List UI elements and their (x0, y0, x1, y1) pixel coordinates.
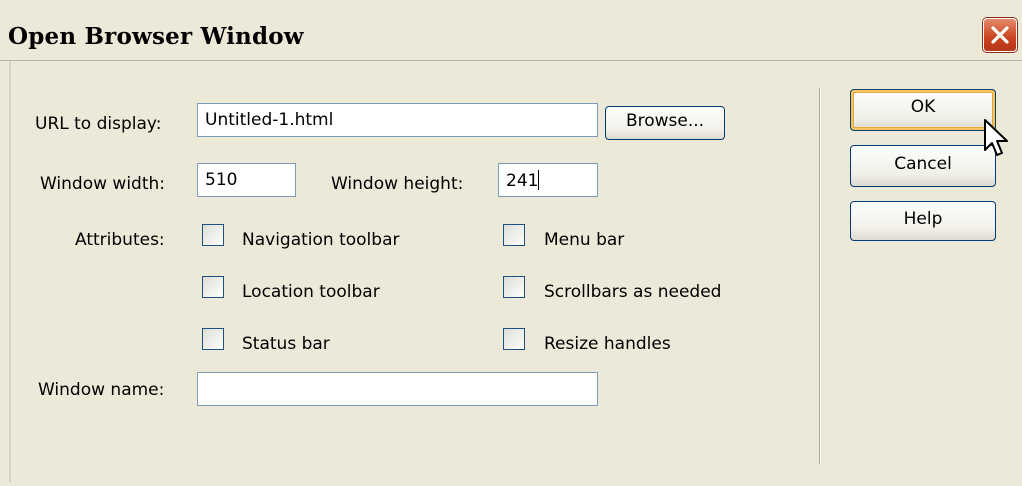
window-name-label: Window name: (38, 380, 165, 400)
resize-handles-label: Resize handles (544, 334, 671, 354)
dialog-title: Open Browser Window (8, 23, 304, 50)
help-button[interactable]: Help (850, 201, 996, 241)
mouse-pointer-icon (984, 119, 1008, 156)
ok-button[interactable]: OK (850, 89, 996, 131)
title-bar[interactable]: Open Browser Window (0, 0, 1022, 61)
window-width-label: Window width: (40, 174, 166, 194)
attributes-label: Attributes: (75, 230, 165, 250)
close-icon (991, 26, 1009, 44)
window-width-input[interactable]: 510 (197, 163, 296, 197)
scrollbars-checkbox[interactable] (503, 276, 525, 298)
window-height-label: Window height: (331, 174, 464, 194)
navigation-toolbar-checkbox[interactable] (202, 224, 224, 246)
browse-button[interactable]: Browse... (605, 106, 725, 140)
window-frame-bottom (0, 482, 1022, 486)
window-name-input[interactable] (197, 372, 598, 406)
text-caret (538, 170, 540, 190)
close-button[interactable] (983, 18, 1017, 52)
window-height-value: 241 (506, 171, 539, 191)
window-height-input[interactable]: 241 (498, 163, 598, 197)
menu-bar-label: Menu bar (544, 230, 625, 250)
location-toolbar-label: Location toolbar (242, 282, 380, 302)
status-bar-checkbox[interactable] (202, 328, 224, 350)
location-toolbar-checkbox[interactable] (202, 276, 224, 298)
vertical-separator (819, 88, 821, 464)
dialog-window: Open Browser Window URL to display: Unti… (0, 0, 1022, 486)
resize-handles-checkbox[interactable] (503, 328, 525, 350)
url-input[interactable]: Untitled-1.html (197, 103, 598, 137)
navigation-toolbar-label: Navigation toolbar (242, 230, 400, 250)
window-frame-left (9, 61, 11, 486)
status-bar-label: Status bar (242, 334, 330, 354)
cancel-button[interactable]: Cancel (850, 145, 996, 187)
url-label: URL to display: (35, 114, 162, 134)
menu-bar-checkbox[interactable] (503, 224, 525, 246)
scrollbars-label: Scrollbars as needed (544, 282, 722, 302)
